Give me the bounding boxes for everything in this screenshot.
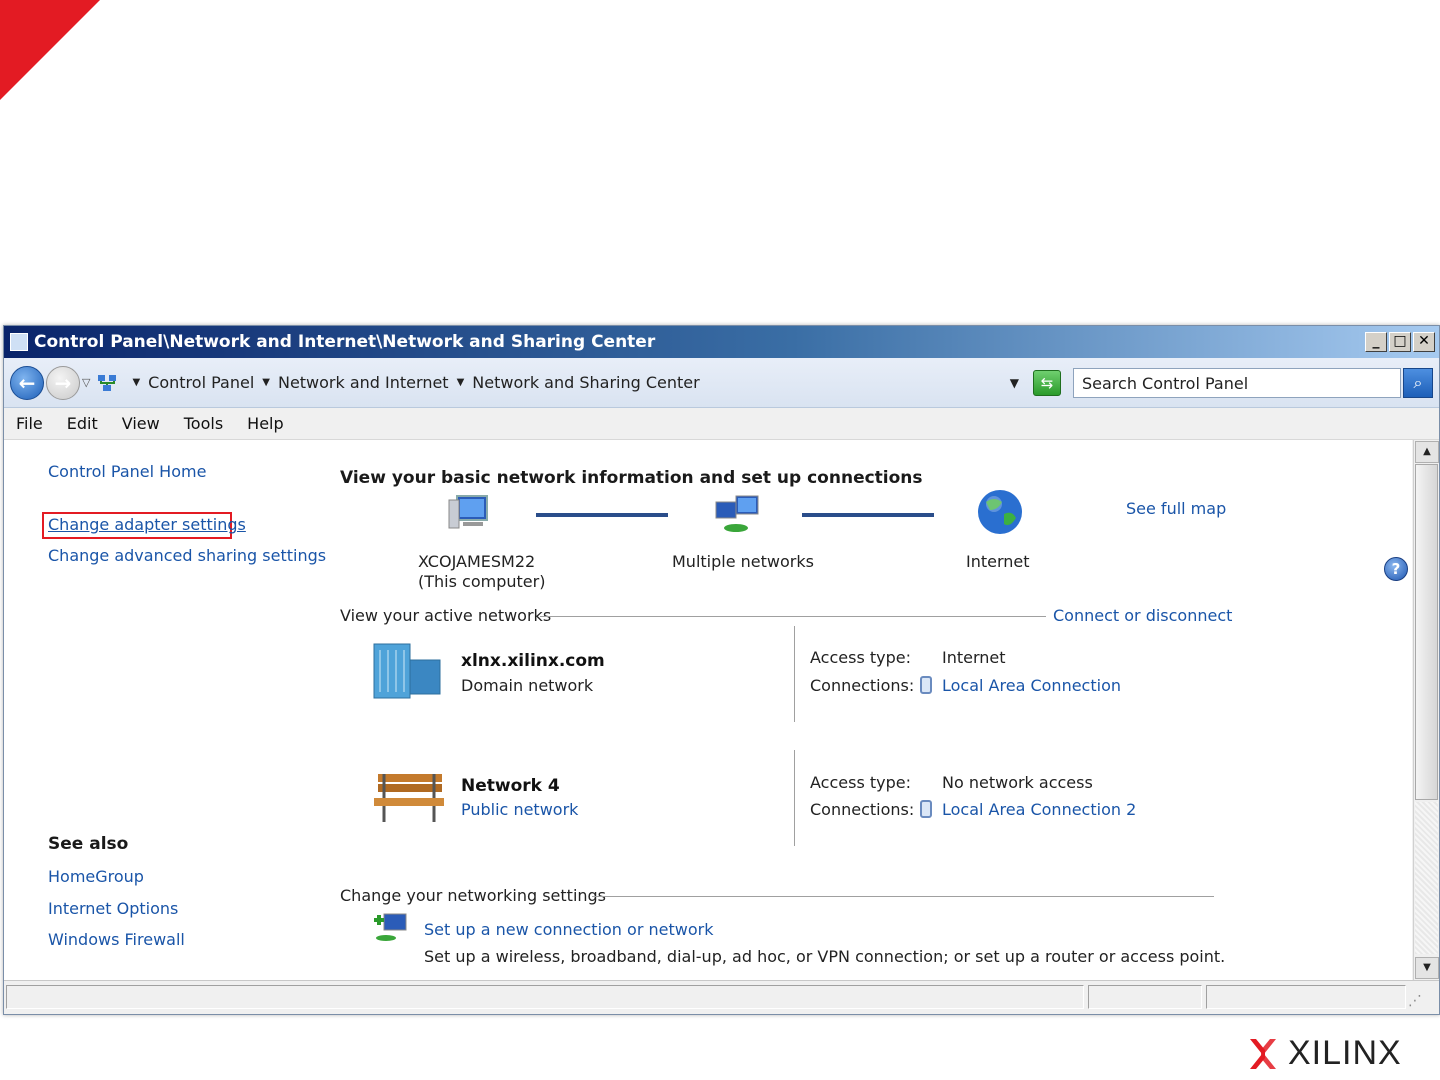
vertical-scrollbar[interactable]: ▲ ▼ <box>1413 440 1439 980</box>
domain-network-icon <box>370 640 444 706</box>
scroll-track[interactable] <box>1415 802 1438 954</box>
menu-bar: File Edit View Tools Help <box>4 408 1439 440</box>
task-pane: Control Panel Home Change adapter settin… <box>4 440 326 980</box>
network-divider <box>794 626 795 722</box>
scroll-up-icon[interactable]: ▲ <box>1415 441 1439 463</box>
menu-tools[interactable]: Tools <box>184 414 223 433</box>
page-heading: View your basic network information and … <box>340 468 923 488</box>
network-divider <box>794 750 795 846</box>
control-panel-home-link[interactable]: Control Panel Home <box>48 462 206 481</box>
setup-connection-link[interactable]: Set up a new connection or network <box>424 920 713 939</box>
menu-edit[interactable]: Edit <box>67 414 98 433</box>
status-segment <box>1206 985 1406 1009</box>
back-button[interactable]: ← <box>10 365 44 400</box>
network-name: Network 4 <box>461 776 560 796</box>
address-bar: ← → ▽ ▼ Control Panel ▼ Network and Inte… <box>4 358 1439 408</box>
main-pane: View your basic network information and … <box>340 440 1412 980</box>
menu-file[interactable]: File <box>16 414 43 433</box>
resize-grip-icon[interactable]: ⋰ <box>1408 993 1422 1014</box>
xilinx-wordmark: XILINX <box>1288 1034 1402 1072</box>
help-icon[interactable]: ? <box>1384 557 1408 581</box>
scroll-thumb[interactable] <box>1415 464 1438 800</box>
map-link-line <box>802 513 934 517</box>
access-type-value: Internet <box>942 648 1006 667</box>
minimize-button[interactable]: _ <box>1365 332 1387 352</box>
network-sharing-window: Control Panel\Network and Internet\Netwo… <box>3 325 1440 1015</box>
multiple-networks-label: Multiple networks <box>672 552 814 571</box>
history-dropdown-icon[interactable]: ▽ <box>82 376 90 389</box>
connection-icon <box>920 676 932 694</box>
see-full-map-link[interactable]: See full map <box>1126 499 1226 518</box>
settings-section-title: Change your networking settings <box>340 886 607 905</box>
computer-icon[interactable] <box>445 492 495 540</box>
connections-label: Connections: <box>810 676 915 695</box>
section-divider <box>592 896 1214 897</box>
internet-options-link[interactable]: Internet Options <box>48 899 178 918</box>
menu-view[interactable]: View <box>122 414 160 433</box>
connections-label: Connections: <box>810 800 915 819</box>
status-segment <box>1088 985 1202 1009</box>
status-segment <box>6 985 1084 1009</box>
active-networks-title: View your active networks <box>340 606 552 625</box>
scroll-down-icon[interactable]: ▼ <box>1415 957 1439 979</box>
network-name: xlnx.xilinx.com <box>461 651 605 671</box>
homegroup-link[interactable]: HomeGroup <box>48 867 144 886</box>
crumb-separator-icon[interactable]: ▼ <box>132 377 140 388</box>
status-bar: ⋰ <box>4 980 1439 1014</box>
network-folder-icon <box>96 372 118 394</box>
see-also-heading: See also <box>48 834 129 854</box>
xilinx-logo-icon <box>1248 1037 1278 1071</box>
content-area: Control Panel Home Change adapter settin… <box>4 440 1412 980</box>
crumb-separator-icon[interactable]: ▼ <box>457 377 465 388</box>
close-button[interactable]: ✕ <box>1413 332 1435 352</box>
slide: Control Panel\Network and Internet\Netwo… <box>0 0 1440 1080</box>
maximize-button[interactable]: □ <box>1389 332 1411 352</box>
change-adapter-settings-link[interactable]: Change adapter settings <box>48 515 246 534</box>
windows-firewall-link[interactable]: Windows Firewall <box>48 930 185 949</box>
local-area-connection-2-link[interactable]: Local Area Connection 2 <box>942 800 1136 819</box>
crumb-separator-icon[interactable]: ▼ <box>262 377 270 388</box>
menu-help[interactable]: Help <box>247 414 283 433</box>
network-category: Domain network <box>461 676 594 695</box>
multiple-networks-icon[interactable] <box>712 492 764 542</box>
title-bar[interactable]: Control Panel\Network and Internet\Netwo… <box>4 326 1439 358</box>
refresh-icon[interactable]: ⇆ <box>1033 369 1061 396</box>
section-divider <box>540 616 1046 617</box>
address-dropdown-icon[interactable]: ▼ <box>1010 376 1019 390</box>
corner-accent <box>0 0 100 100</box>
computer-name: XCOJAMESM22 <box>418 552 536 571</box>
public-network-link[interactable]: Public network <box>461 800 578 819</box>
access-type-label: Access type: <box>810 648 911 667</box>
crumb-network-internet[interactable]: Network and Internet <box>278 373 449 392</box>
internet-label: Internet <box>966 552 1030 571</box>
map-link-line <box>536 513 668 517</box>
window-network-icon <box>10 333 28 351</box>
connect-disconnect-link[interactable]: Connect or disconnect <box>1053 606 1232 625</box>
crumb-control-panel[interactable]: Control Panel <box>148 373 254 392</box>
xilinx-logo: XILINX <box>1248 1034 1402 1073</box>
search-icon[interactable]: ⌕ <box>1403 367 1433 398</box>
setup-connection-description: Set up a wireless, broadband, dial-up, a… <box>424 947 1226 966</box>
forward-button[interactable]: → <box>46 365 80 400</box>
computer-subtitle: (This computer) <box>418 572 546 591</box>
window-title: Control Panel\Network and Internet\Netwo… <box>34 332 656 352</box>
crumb-sharing-center[interactable]: Network and Sharing Center <box>472 373 699 392</box>
access-type-label: Access type: <box>810 773 911 792</box>
globe-icon[interactable] <box>976 488 1024 540</box>
breadcrumb[interactable]: ▼ Control Panel ▼ Network and Internet ▼… <box>96 367 1033 399</box>
public-network-bench-icon <box>372 768 448 832</box>
search-input[interactable]: Search Control Panel <box>1073 367 1401 398</box>
new-connection-icon <box>372 910 410 950</box>
change-advanced-sharing-link[interactable]: Change advanced sharing settings <box>48 546 326 565</box>
access-type-value: No network access <box>942 773 1093 792</box>
local-area-connection-link[interactable]: Local Area Connection <box>942 676 1121 695</box>
connection-icon <box>920 800 932 818</box>
